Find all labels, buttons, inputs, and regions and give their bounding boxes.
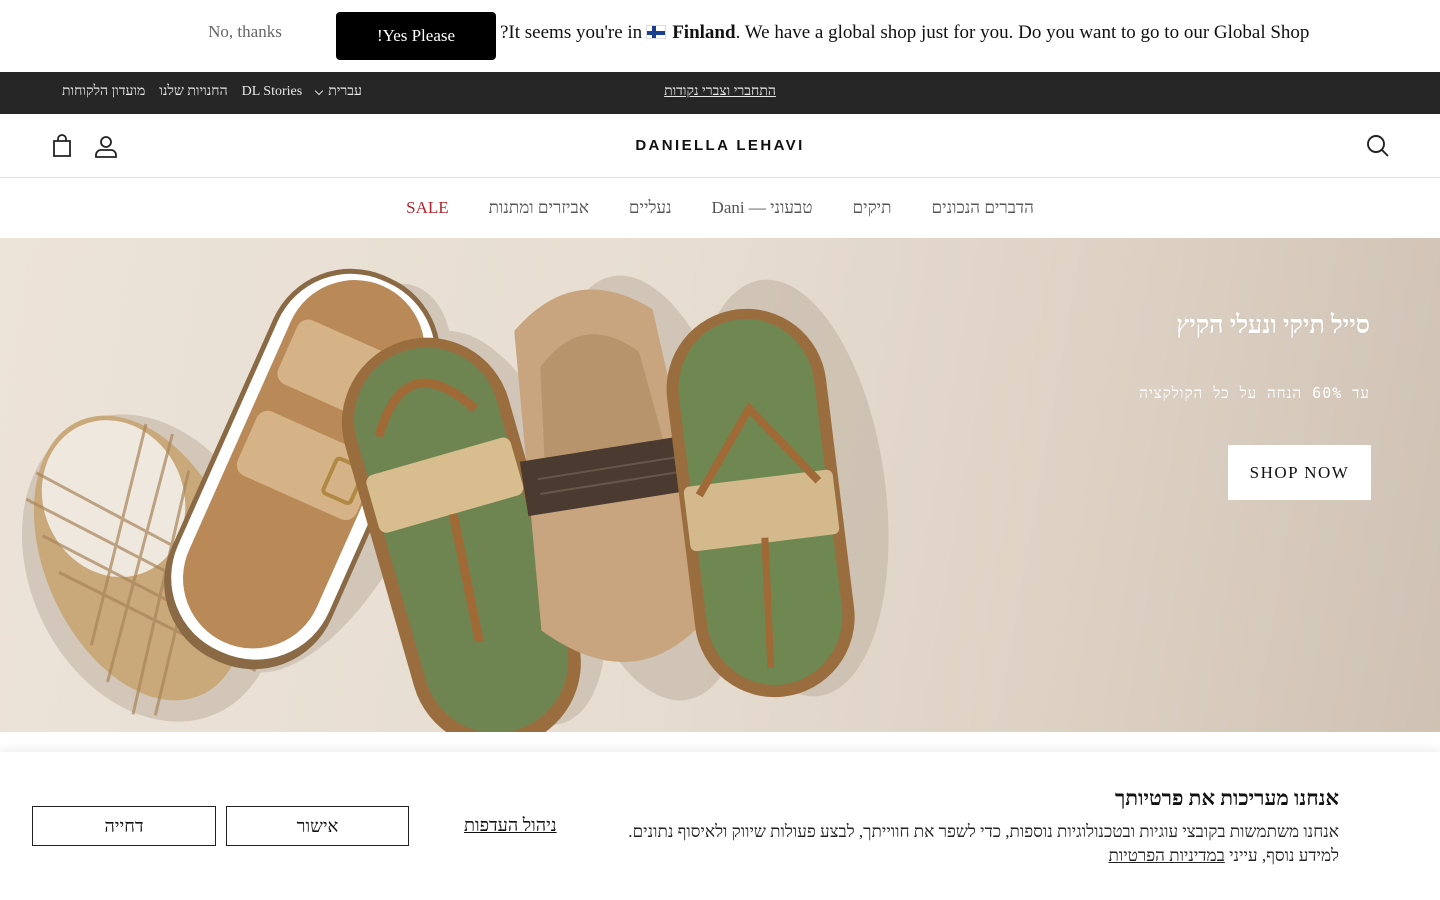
cookie-consent-panel: אנחנו מעריכות את פרטיותך אנחנו משתמשות ב…: [0, 752, 1440, 900]
nav-item-accessories[interactable]: אביזרים ומתנות: [489, 198, 589, 218]
main-nav: הדברים הנכונים תיקים Dani — טבעוני נעליי…: [0, 178, 1440, 238]
site-logo[interactable]: DANIELLA LEHAVI: [0, 137, 1440, 154]
nav-item-sale[interactable]: SALE: [406, 198, 449, 218]
shop-now-button[interactable]: SHOP NOW: [1228, 445, 1371, 500]
hero-subtitle: עד 60% הנחה על כל הקולקציה: [1139, 384, 1370, 402]
topbar-link-stories[interactable]: DL Stories: [242, 84, 303, 100]
nav-item-shoes[interactable]: נעליים: [629, 198, 672, 218]
topbar-link-stores[interactable]: החנויות שלנו: [159, 84, 227, 100]
cookie-text: אנחנו משתמשות בקובצי עוגיות ובטכנולוגיות…: [619, 820, 1339, 868]
nav-item-right-things[interactable]: הדברים הנכונים: [932, 198, 1034, 218]
nav-item-bags[interactable]: תיקים: [853, 198, 892, 218]
geo-banner: No, thanks !Yes Please ?It seems you're …: [0, 0, 1440, 72]
yes-please-button[interactable]: !Yes Please: [336, 12, 496, 60]
language-label: עברית: [328, 84, 362, 99]
nav-item-dani-vegan[interactable]: Dani — טבעוני: [712, 198, 813, 218]
geo-message-prefix: ?It seems you're in: [500, 22, 643, 43]
manage-preferences-link[interactable]: ניהול העדפות: [464, 815, 557, 836]
topbar-link-club[interactable]: מועדון הלקוחות: [62, 84, 145, 100]
hero-banner[interactable]: סייל תיקי ונעלי הקיץ עד 60% הנחה על כל ה…: [0, 238, 1440, 732]
no-thanks-button[interactable]: No, thanks: [200, 22, 290, 42]
hero-title: סייל תיקי ונעלי הקיץ: [1176, 312, 1370, 339]
chevron-down-icon: [314, 86, 324, 95]
search-icon[interactable]: [1364, 132, 1392, 160]
cookie-title: אנחנו מעריכות את פרטיותך: [1114, 786, 1339, 810]
geo-country: Finland: [672, 22, 736, 43]
finland-flag-icon: [646, 25, 667, 39]
cookie-body: אנחנו משתמשות בקובצי עוגיות ובטכנולוגיות…: [628, 822, 1339, 865]
utility-links: מועדון הלקוחות החנויות שלנו DL Stories ע…: [62, 84, 362, 100]
reject-button[interactable]: דחייה: [32, 806, 216, 846]
language-selector[interactable]: עברית: [314, 84, 362, 100]
site-header: DANIELLA LEHAVI: [0, 114, 1440, 178]
geo-message: ?It seems you're in Finland. We have a gl…: [500, 22, 1309, 44]
geo-message-suffix: . We have a global shop just for you. Do…: [735, 22, 1310, 43]
privacy-policy-link[interactable]: במדיניות הפרטיות: [1108, 846, 1224, 865]
approve-button[interactable]: אישור: [226, 806, 409, 846]
announcement-bar: התחברי וצברי נקודות מועדון הלקוחות החנוי…: [0, 72, 1440, 114]
